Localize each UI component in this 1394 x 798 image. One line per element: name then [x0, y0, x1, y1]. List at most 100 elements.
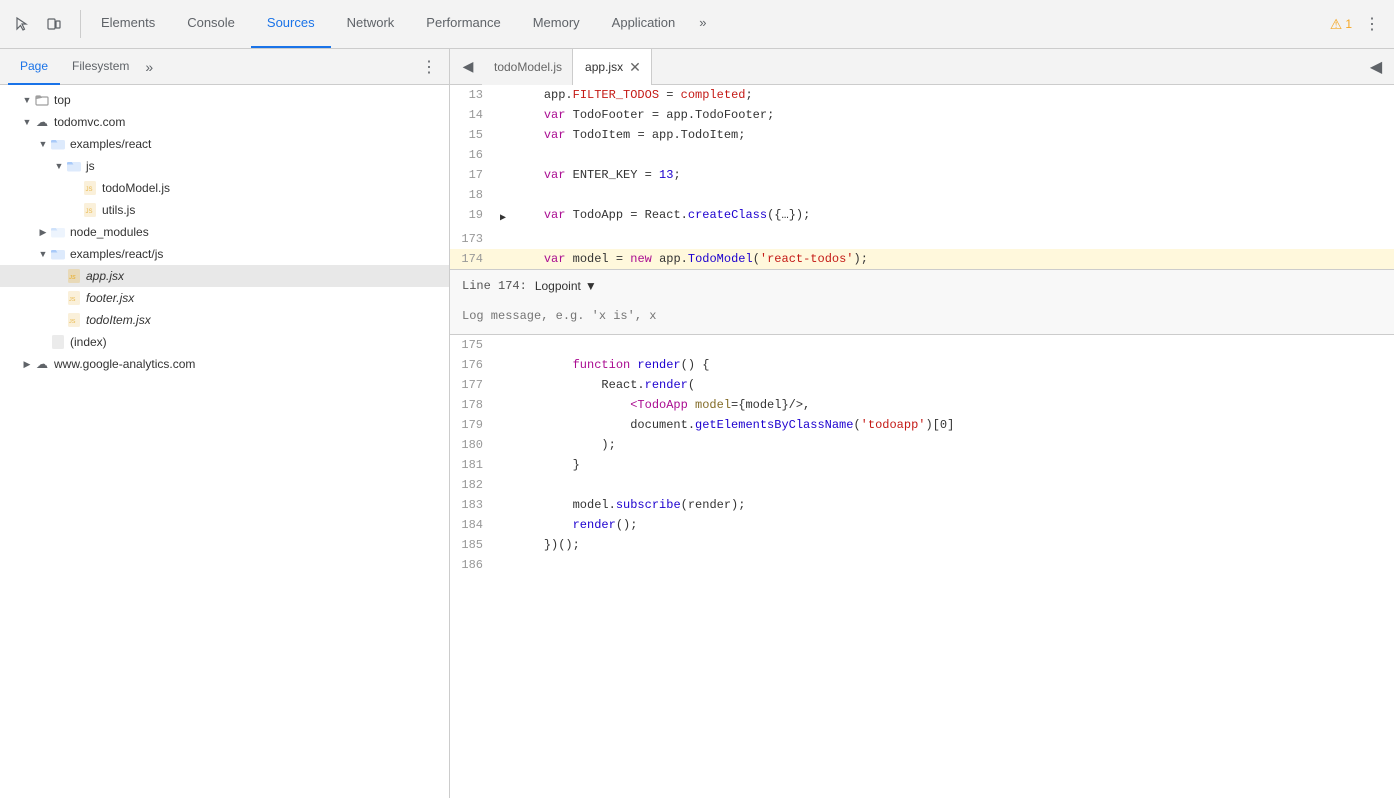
line-num-16: 16 — [450, 145, 495, 165]
line-arrow-182 — [495, 475, 511, 479]
tree-item-examples-react[interactable]: examples/react — [0, 133, 449, 155]
svg-text:JS: JS — [86, 209, 93, 215]
tree-item-node-modules[interactable]: node_modules — [0, 221, 449, 243]
globe-icon-google-analytics: ☁ — [34, 356, 50, 372]
tab-performance[interactable]: Performance — [410, 0, 516, 48]
tab-application[interactable]: Application — [596, 0, 692, 48]
tree-leaf-footer-jsx — [52, 291, 66, 305]
line-arrow-14 — [495, 105, 511, 109]
line-code-14: var TodoFooter = app.TodoFooter; — [511, 105, 1394, 125]
code-line-182: 182 — [450, 475, 1394, 495]
tab-network[interactable]: Network — [331, 0, 411, 48]
tab-sources[interactable]: Sources — [251, 0, 331, 48]
svg-text:JS: JS — [69, 297, 76, 303]
tab-more[interactable]: » — [691, 0, 714, 48]
tab-console[interactable]: Console — [171, 0, 251, 48]
sidebar-menu-button[interactable]: ⋮ — [417, 55, 441, 79]
tab-elements-label: Elements — [101, 15, 155, 30]
line-code-181: } — [511, 455, 1394, 475]
tree-item-todomodel[interactable]: JS todoModel.js — [0, 177, 449, 199]
code-tab-todomodel-label: todoModel.js — [494, 60, 562, 74]
tab-memory[interactable]: Memory — [517, 0, 596, 48]
code-tab-close-button[interactable]: ✕ — [629, 60, 641, 74]
tree-item-footer-jsx-label: footer.jsx — [86, 291, 134, 305]
tree-item-todomodel-label: todoModel.js — [102, 181, 170, 195]
tree-item-index-label: (index) — [70, 335, 107, 349]
file-icon-index — [50, 334, 66, 350]
code-line-177: 177 React.render( — [450, 375, 1394, 395]
tree-item-examples-react-js[interactable]: examples/react/js — [0, 243, 449, 265]
line-code-174: var model = new app.TodoModel('react-tod… — [511, 249, 1394, 269]
tree-item-app-jsx-label: app.jsx — [86, 269, 124, 283]
tree-item-top[interactable]: top — [0, 89, 449, 111]
folder-icon-examples-react-js — [50, 246, 66, 262]
tree-leaf-todomodel — [68, 181, 82, 195]
line-arrow-179 — [495, 415, 511, 419]
line-arrow-180 — [495, 435, 511, 439]
sidebar-more-tabs[interactable]: » — [145, 59, 153, 75]
logpoint-message-input[interactable] — [462, 307, 1382, 325]
line-arrow-19[interactable]: ▶ — [495, 205, 511, 229]
line-code-15: var TodoItem = app.TodoItem; — [511, 125, 1394, 145]
line-num-15: 15 — [450, 125, 495, 145]
more-tools-button[interactable]: ⋮ — [1358, 10, 1386, 38]
code-tab-app-jsx[interactable]: app.jsx ✕ — [573, 49, 652, 85]
logpoint-type-dropdown[interactable]: Logpoint ▼ — [535, 279, 597, 293]
code-panel: ◀ todoModel.js app.jsx ✕ ◀ 13 app.FILTER… — [450, 49, 1394, 798]
line-arrow-17 — [495, 165, 511, 169]
line-num-176: 176 — [450, 355, 495, 375]
code-tab-app-jsx-label: app.jsx — [585, 60, 623, 74]
line-num-181: 181 — [450, 455, 495, 475]
sidebar-tab-filesystem[interactable]: Filesystem — [60, 49, 141, 85]
tab-nav-back[interactable]: ◀ — [454, 53, 482, 81]
code-line-19: 19 ▶ var TodoApp = React.createClass({…}… — [450, 205, 1394, 229]
file-icon-todoitem-jsx: JS — [66, 312, 82, 328]
tree-item-todoitem-jsx-label: todoItem.jsx — [86, 313, 151, 327]
logpoint-input-row — [450, 302, 1394, 334]
code-line-179: 179 document.getElementsByClassName('tod… — [450, 415, 1394, 435]
file-icon-todomodel: JS — [82, 180, 98, 196]
device-toggle-icon[interactable] — [40, 10, 68, 38]
cursor-icon[interactable] — [8, 10, 36, 38]
line-code-177: React.render( — [511, 375, 1394, 395]
tree-item-index[interactable]: (index) — [0, 331, 449, 353]
main-tabs: Elements Console Sources Network Perform… — [85, 0, 1330, 48]
line-num-177: 177 — [450, 375, 495, 395]
line-code-180: ); — [511, 435, 1394, 455]
tree-arrow-google-analytics — [20, 357, 34, 371]
line-num-184: 184 — [450, 515, 495, 535]
sidebar-tree: top ☁ todomvc.com examples/react — [0, 85, 449, 798]
code-line-181: 181 } — [450, 455, 1394, 475]
tree-item-app-jsx[interactable]: JS app.jsx — [0, 265, 449, 287]
folder-icon-node-modules — [50, 224, 66, 240]
tree-item-todoitem-jsx[interactable]: JS todoItem.jsx — [0, 309, 449, 331]
code-line-184: 184 render(); — [450, 515, 1394, 535]
code-line-183: 183 model.subscribe(render); — [450, 495, 1394, 515]
tab-memory-label: Memory — [533, 15, 580, 30]
line-num-175: 175 — [450, 335, 495, 355]
warning-badge[interactable]: ⚠ 1 — [1330, 16, 1352, 33]
collapse-panel-button[interactable]: ◀ — [1362, 53, 1390, 81]
sidebar-tab-page[interactable]: Page — [8, 49, 60, 85]
code-line-14: 14 var TodoFooter = app.TodoFooter; — [450, 105, 1394, 125]
code-tab-todomodel[interactable]: todoModel.js — [482, 49, 573, 85]
code-line-17: 17 var ENTER_KEY = 13; — [450, 165, 1394, 185]
line-arrow-186 — [495, 555, 511, 559]
logpoint-dropdown-icon: ▼ — [585, 279, 597, 293]
tree-item-google-analytics[interactable]: ☁ www.google-analytics.com — [0, 353, 449, 375]
tree-item-js[interactable]: js — [0, 155, 449, 177]
code-line-174: 174 var model = new app.TodoModel('react… — [450, 249, 1394, 269]
line-arrow-16 — [495, 145, 511, 149]
tree-item-examples-react-label: examples/react — [70, 137, 151, 151]
tree-arrow-top — [20, 93, 34, 107]
tab-elements[interactable]: Elements — [85, 0, 171, 48]
tree-item-footer-jsx[interactable]: JS footer.jsx — [0, 287, 449, 309]
line-arrow-13 — [495, 85, 511, 89]
code-editor[interactable]: 13 app.FILTER_TODOS = completed; 14 var … — [450, 85, 1394, 798]
file-icon-app-jsx: JS — [66, 268, 82, 284]
code-line-173: 173 — [450, 229, 1394, 249]
tree-item-todomvc[interactable]: ☁ todomvc.com — [0, 111, 449, 133]
line-arrow-185 — [495, 535, 511, 539]
tree-item-utils[interactable]: JS utils.js — [0, 199, 449, 221]
line-arrow-181 — [495, 455, 511, 459]
